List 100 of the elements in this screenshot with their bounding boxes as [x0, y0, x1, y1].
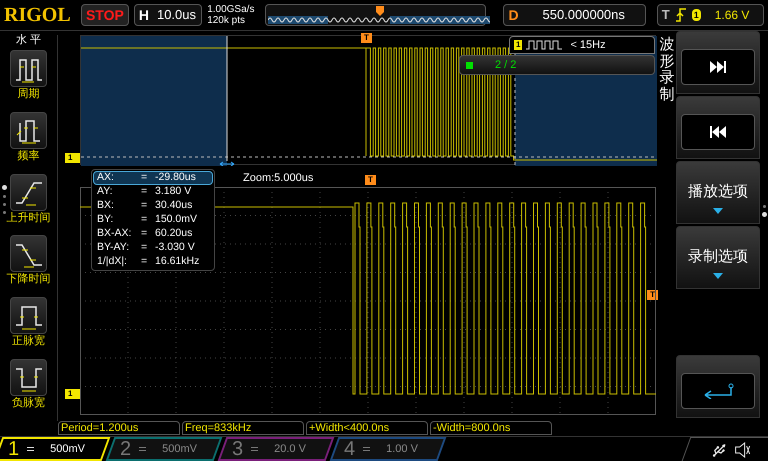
skip-forward-icon [708, 58, 728, 74]
channel-tab[interactable]: 3 20.0 V [218, 437, 334, 461]
timebase-label: H [138, 6, 149, 24]
readout-row[interactable]: BX-AX: = 60.20us [93, 227, 213, 241]
channel-tab[interactable]: 1 500mV [0, 437, 110, 461]
measure-label: 正脉宽 [12, 334, 45, 350]
measurement-value: Freq=833kHz [182, 421, 304, 435]
channel-marker[interactable]: 1 [65, 389, 80, 399]
equals-sign: = [141, 212, 148, 228]
equals-sign: = [141, 240, 148, 256]
back-button[interactable] [676, 355, 760, 418]
channel-scale: 1.00 V [386, 442, 418, 457]
readout-row[interactable]: AY: = 3.180 V [93, 185, 213, 199]
trigger-label: T [662, 6, 670, 24]
menu-title: 波形录制 [660, 37, 674, 103]
menu-dropdown-button[interactable]: 播放选项 [676, 161, 760, 224]
menu-label: 播放选项 [688, 183, 748, 202]
readout-value: 3.180 V [155, 184, 192, 200]
measurement-value: +Width<400.0ns [306, 421, 428, 435]
equals-sign: = [141, 254, 148, 270]
channel-number: 3 [232, 439, 244, 459]
equals-sign: = [141, 226, 148, 242]
measurement-value: Period=1.200us [58, 421, 180, 435]
trigger-marker[interactable]: T [361, 33, 372, 43]
readout-value: -3.030 V [155, 240, 195, 256]
measure-button[interactable] [10, 112, 47, 149]
trigger-display[interactable]: T 1 1.66 V [656, 4, 764, 26]
coupling-icon [251, 447, 258, 451]
trigger-level-marker[interactable]: T [647, 290, 658, 300]
measure-button[interactable] [10, 174, 47, 211]
timebase-value: 10.0us [156, 6, 196, 24]
measure-label: 周期 [18, 87, 40, 102]
equals-sign: = [141, 184, 148, 200]
readout-row[interactable]: BX: = 30.40us [93, 199, 213, 213]
timebase-display[interactable]: H 10.0us [134, 4, 202, 26]
menu-title: 水 平 [16, 35, 42, 46]
measure-button[interactable] [10, 235, 47, 272]
readout-row[interactable]: AX: = -29.80us [93, 171, 213, 185]
channel-number: 2 [120, 439, 132, 459]
memory-waveform-icon [268, 16, 490, 24]
readout-row[interactable]: BY-AY: = -3.030 V [93, 241, 213, 255]
readout-label: BX-AX: [97, 226, 132, 242]
readout-label: 1/|dX|: [97, 254, 128, 270]
readout-label: AY: [97, 184, 114, 200]
dropdown-caret-icon [713, 272, 723, 279]
readout-value: 150.0mV [155, 212, 198, 228]
menu-dropdown-button[interactable]: 录制选项 [676, 226, 760, 289]
speaker-muted-icon [734, 442, 751, 458]
next-button[interactable] [676, 31, 760, 94]
zoom-label: Zoom:5.000us [243, 171, 314, 186]
readout-value: 30.40us [155, 198, 192, 214]
channel-number: 4 [344, 439, 356, 459]
coupling-icon [27, 447, 34, 451]
delay-display[interactable]: D 550.000000ns [503, 4, 646, 26]
readout-label: BY-AY: [97, 240, 130, 256]
logo: RIGOL [4, 5, 72, 25]
measure-label: 频率 [18, 148, 40, 164]
rising-edge-icon [676, 8, 686, 22]
trigger-level: 1.66 V [714, 7, 750, 24]
equals-sign: = [141, 198, 148, 214]
measure-button[interactable] [10, 297, 47, 334]
measure-button[interactable] [10, 50, 47, 87]
channel-scale: 500mV [162, 442, 197, 457]
memory-depth: 120k pts [207, 15, 246, 26]
frame-counter: 2 / 2 [495, 58, 516, 73]
channel-marker[interactable]: 1 [65, 153, 80, 163]
menu-label: 录制选项 [688, 248, 748, 267]
dropdown-caret-icon [713, 208, 723, 214]
trigger-source: 1 [514, 40, 522, 50]
measure-button[interactable] [10, 359, 47, 396]
usb-icon [712, 442, 727, 457]
sample-rate: 1.00GSa/s [207, 4, 256, 15]
run-status[interactable]: STOP [80, 4, 129, 26]
measurement-value: -Width=800.0ns [430, 421, 552, 435]
readout-value: 16.61kHz [155, 254, 200, 270]
channel-tab[interactable]: 4 1.00 V [330, 437, 446, 461]
delay-value: 550.000000ns [542, 6, 625, 24]
measure-label: 负脉宽 [12, 396, 45, 412]
readout-label: AX: [97, 170, 115, 186]
readout-label: BX: [97, 198, 115, 214]
trigger-marker[interactable]: T [365, 175, 376, 185]
trigger-source: 1 [692, 9, 701, 21]
measure-label: 上升时间 [6, 210, 50, 226]
equals-sign: = [141, 170, 148, 186]
trigger-position-icon [376, 6, 384, 16]
skip-back-icon [708, 124, 728, 140]
channel-scale: 500mV [50, 442, 85, 457]
filter-text: < 15Hz [570, 38, 606, 53]
channel-scale: 20.0 V [274, 442, 306, 457]
double-arrow-icon [220, 162, 234, 166]
measure-label: 下降时间 [6, 272, 50, 288]
readout-row[interactable]: 1/|dX|: = 16.61kHz [93, 255, 213, 269]
channel-tab[interactable]: 2 500mV [106, 437, 222, 461]
readout-value: 60.20us [155, 226, 192, 242]
readout-row[interactable]: BY: = 150.0mV [93, 213, 213, 227]
record-indicator-icon [466, 62, 473, 68]
previous-button[interactable] [676, 96, 760, 159]
delay-label: D [508, 6, 520, 24]
readout-value: -29.80us [155, 170, 196, 186]
channel-number: 1 [8, 439, 20, 459]
